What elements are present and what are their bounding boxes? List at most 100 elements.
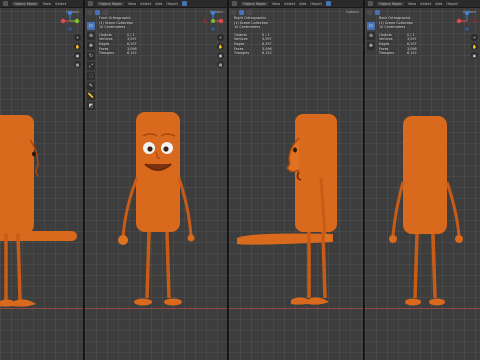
move-icon[interactable]: ✥: [87, 42, 95, 50]
scale-icon[interactable]: ⤢: [87, 62, 95, 70]
viewport-header: Object Mode View Select Add Object: [229, 0, 363, 8]
navigation-gizmo[interactable]: [59, 10, 81, 32]
character-left-foot: [405, 298, 421, 306]
mode-dropdown[interactable]: Object Mode: [97, 1, 124, 6]
camera-view-icon[interactable]: ▣: [74, 52, 81, 59]
character-ball-hand: [118, 235, 128, 245]
add-cube-icon[interactable]: ◩: [87, 102, 95, 110]
character-feet: [0, 299, 36, 307]
camera-view-icon[interactable]: ▣: [471, 52, 478, 59]
stat-triangles: Triangles 6,152: [234, 51, 272, 56]
gizmo-y-icon[interactable]: [211, 19, 215, 23]
camera-view-icon[interactable]: ▣: [217, 52, 224, 59]
viewport-front[interactable]: Object Mode View Select Add Object Optio…: [85, 0, 227, 360]
proportional-edit-icon[interactable]: [247, 9, 252, 15]
pan-icon[interactable]: ✋: [217, 43, 224, 50]
viewport-back[interactable]: Object Mode View Select Add Object Optio…: [365, 0, 480, 360]
perspective-toggle-icon[interactable]: ▦: [74, 61, 81, 68]
menu-select[interactable]: Select: [140, 2, 151, 6]
viewport-1[interactable]: Object Mode View Select Options + ✋ ▣ ▦: [0, 0, 83, 360]
viewport-info-overlay: Front Orthographic (1) Scene Collection …: [99, 16, 137, 56]
zoom-icon[interactable]: +: [471, 34, 478, 41]
zoom-icon[interactable]: +: [217, 34, 224, 41]
floor-line: [85, 308, 227, 309]
navigation-gizmo[interactable]: [202, 10, 224, 32]
move-icon[interactable]: ✥: [367, 42, 375, 50]
gizmo-neg-z-icon[interactable]: [465, 27, 469, 31]
character-body: [403, 116, 447, 234]
navigation-buttons: + ✋ ▣: [471, 34, 478, 59]
shading-solid-icon[interactable]: [181, 1, 187, 6]
gizmo-y-icon[interactable]: [74, 18, 80, 24]
baseball-bat: [0, 231, 77, 241]
menu-view[interactable]: View: [128, 2, 137, 6]
menu-add[interactable]: Add: [299, 2, 306, 6]
measure-icon[interactable]: 📏: [87, 92, 95, 100]
menu-view[interactable]: View: [43, 2, 52, 6]
viewport-subheader: Options: [229, 9, 363, 15]
character-right-foot: [429, 298, 445, 306]
perspective-toggle-icon[interactable]: ▦: [217, 61, 224, 68]
gizmo-neg-z-icon[interactable]: [211, 27, 215, 31]
transform-global-icon[interactable]: [87, 9, 92, 15]
transform-global-icon[interactable]: [367, 9, 372, 15]
menu-view[interactable]: View: [408, 2, 417, 6]
pan-icon[interactable]: ✋: [74, 43, 81, 50]
character-right-arm: [445, 181, 461, 237]
gizmo-x-icon[interactable]: [60, 18, 66, 24]
shading-solid-icon[interactable]: [325, 1, 331, 6]
baseball-bat: [237, 233, 333, 245]
editor-type-icon[interactable]: [88, 1, 93, 6]
select-box-icon[interactable]: ▭: [367, 22, 375, 30]
navigation-gizmo[interactable]: [456, 10, 478, 32]
gizmo-z-icon[interactable]: [210, 10, 216, 16]
viewport-header: Object Mode View Select Add Object: [85, 0, 227, 8]
snap-icon[interactable]: [375, 9, 380, 15]
cursor-icon[interactable]: ⊕: [367, 32, 375, 40]
proportional-edit-icon[interactable]: [103, 9, 108, 15]
menu-select[interactable]: Select: [420, 2, 431, 6]
character-face: [286, 137, 300, 173]
mode-dropdown[interactable]: Object Mode: [12, 1, 39, 6]
transform-icon[interactable]: ⬚: [87, 72, 95, 80]
viewport-right[interactable]: Object Mode View Select Add Object Optio…: [229, 0, 363, 360]
cursor-icon[interactable]: ⊕: [87, 32, 95, 40]
character-right-hand: [455, 235, 463, 243]
menu-select[interactable]: Select: [55, 2, 66, 6]
rotate-icon[interactable]: ↻: [87, 52, 95, 60]
snap-icon[interactable]: [95, 9, 100, 15]
gizmo-z-icon[interactable]: [67, 10, 73, 16]
mode-dropdown[interactable]: Object Mode: [241, 1, 268, 6]
gizmo-x-icon[interactable]: [456, 18, 462, 24]
menu-object[interactable]: Object: [166, 2, 178, 6]
character-right-view: [237, 114, 337, 305]
editor-type-icon[interactable]: [232, 1, 237, 6]
snap-icon[interactable]: [239, 9, 244, 15]
menu-add[interactable]: Add: [435, 2, 442, 6]
pan-icon[interactable]: ✋: [471, 43, 478, 50]
menu-object[interactable]: Object: [446, 2, 458, 6]
gizmo-z-icon[interactable]: [464, 10, 470, 16]
options-dropdown[interactable]: Options: [346, 10, 361, 14]
character-right-hand: [187, 234, 195, 242]
view-name: Right Orthographic: [234, 16, 267, 20]
viewport-info-overlay: Back Orthographic (1) Scene Collection 1…: [379, 16, 417, 56]
menu-add[interactable]: Add: [155, 2, 162, 6]
zoom-icon[interactable]: +: [74, 34, 81, 41]
editor-type-icon[interactable]: [368, 1, 373, 6]
menu-select[interactable]: Select: [284, 2, 295, 6]
editor-type-icon[interactable]: [3, 1, 8, 6]
viewport-header: Object Mode View Select Add Object: [365, 0, 480, 8]
gizmo-neg-x-icon[interactable]: [473, 19, 477, 23]
mode-dropdown[interactable]: Object Mode: [377, 1, 404, 6]
annotate-icon[interactable]: ✎: [87, 82, 95, 90]
character-legs: [413, 233, 437, 299]
select-box-icon[interactable]: ▭: [87, 22, 95, 30]
gizmo-neg-x-icon[interactable]: [203, 19, 207, 23]
gizmo-neg-z-icon[interactable]: [68, 27, 72, 31]
character-left-arm: [391, 181, 405, 237]
menu-object[interactable]: Object: [310, 2, 322, 6]
transform-global-icon[interactable]: [231, 9, 236, 15]
gizmo-x-icon[interactable]: [218, 18, 224, 24]
menu-view[interactable]: View: [272, 2, 281, 6]
